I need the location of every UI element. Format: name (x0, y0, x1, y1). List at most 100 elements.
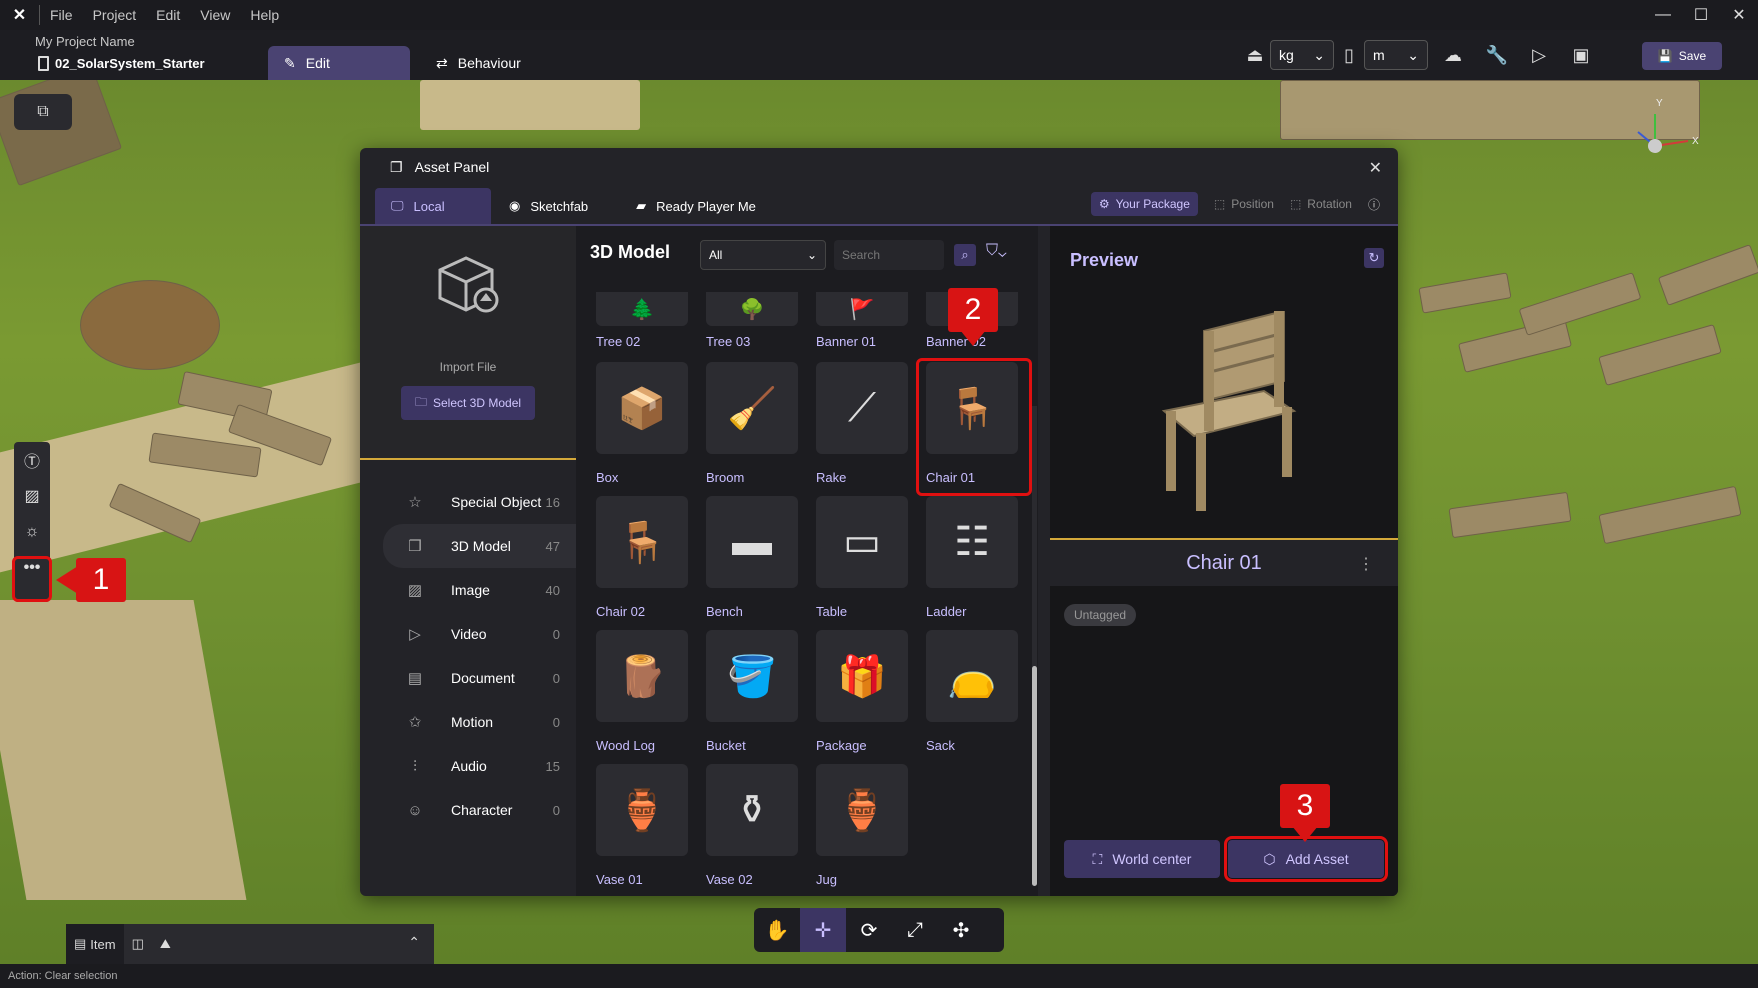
length-unit-select[interactable]: m ⌄ (1364, 40, 1428, 70)
menu-edit[interactable]: Edit (146, 7, 190, 23)
import-area[interactable]: Import File 🗀 Select 3D Model (360, 226, 576, 460)
tab-local[interactable]: 🖵 Local (375, 188, 491, 224)
weight-icon: ⏏ (1246, 44, 1264, 65)
image-tool-icon[interactable]: ▨ (14, 478, 50, 514)
position-icon: ⬚ (1213, 197, 1226, 211)
tab-edit-label: Edit (305, 55, 330, 71)
category-count: 40 (545, 582, 560, 598)
add-asset-label: Add Asset (1285, 851, 1349, 867)
asset-thumbnail: 🧹 (706, 362, 798, 454)
asset-label: Broom (706, 470, 745, 485)
preview-viewport[interactable] (1050, 284, 1398, 538)
scene-name[interactable]: 02_SolarSystem_Starter (38, 56, 205, 71)
grid-scrollbar-thumb[interactable] (1032, 666, 1037, 886)
hand-tool-icon[interactable]: ✋ (754, 908, 800, 952)
tab-ready-player-me[interactable]: ▰ Ready Player Me (620, 188, 772, 224)
publish-icon[interactable]: ▣ (1566, 40, 1596, 70)
axis-gizmo[interactable]: Y X (1610, 96, 1700, 186)
asset-tile[interactable]: ⚱ Vase 02 (706, 764, 798, 887)
category-3d-model[interactable]: ❒ 3D Model 47 (383, 524, 576, 568)
asset-tile[interactable]: 🏺 Jug (816, 764, 908, 887)
move-tool-icon[interactable]: ✛ (800, 908, 846, 952)
menu-file[interactable]: File (40, 7, 83, 23)
rotation-toggle[interactable]: ⬚ Rotation (1290, 197, 1352, 211)
edit-icon: ✎ (284, 54, 296, 71)
asset-label: Table (816, 604, 848, 619)
asset-tile[interactable]: 🏺 Vase 01 (596, 764, 688, 887)
category-image[interactable]: ▨ Image 40 (360, 568, 576, 612)
transform-tool-icon[interactable]: ✣ (938, 908, 984, 952)
asset-tile[interactable]: 🪵 Wood Log (596, 630, 688, 753)
audio-icon: ⫶ (413, 757, 417, 775)
asset-tile[interactable]: 📦 Box (596, 362, 688, 485)
maximize-icon[interactable]: ☐ (1682, 0, 1720, 30)
category-character[interactable]: ☺ Character 0 (360, 788, 576, 832)
menu-project[interactable]: Project (83, 7, 147, 23)
save-button[interactable]: 💾 Save (1642, 42, 1722, 70)
tab-behaviour[interactable]: ⇄ Behaviour (420, 46, 537, 80)
asset-tile[interactable]: ▬ Bench (706, 496, 798, 619)
play-icon[interactable]: ▷ (1524, 40, 1554, 70)
rotate-tool-icon[interactable]: ⟳ (846, 908, 892, 952)
search-icon[interactable]: ⌕ (954, 244, 976, 266)
asset-thumbnail: ⚱ (706, 764, 798, 856)
close-window-icon[interactable]: ✕ (1720, 0, 1758, 30)
asset-tile[interactable]: 🧹 Broom (706, 362, 798, 485)
tab-objects[interactable]: ◫ (124, 924, 152, 964)
category-label: Motion (451, 714, 494, 730)
tab-item[interactable]: ▤ Item (66, 924, 124, 964)
select-3d-model-button[interactable]: 🗀 Select 3D Model (401, 386, 535, 420)
asset-tile[interactable]: 🌲 Tree 02 (596, 292, 688, 349)
asset-tile[interactable]: 👝 Sack (926, 630, 1018, 753)
asset-label: Wood Log (596, 738, 656, 753)
position-toggle[interactable]: ⬚ Position (1214, 197, 1274, 211)
folder-icon: 🗀 (414, 394, 427, 409)
asset-thumbnail: 🪣 (706, 630, 798, 722)
minimize-icon[interactable]: — (1644, 0, 1682, 30)
menu-view[interactable]: View (190, 7, 240, 23)
layers-button[interactable]: ⧉ (14, 94, 72, 130)
asset-tile[interactable]: 🌳 Tree 03 (706, 292, 798, 349)
mass-unit-select[interactable]: kg ⌄ (1270, 40, 1334, 70)
asset-tile[interactable]: ⟋ Rake (816, 362, 908, 485)
category-count: 15 (545, 758, 560, 774)
asset-tile[interactable]: 🎁 Package (816, 630, 908, 753)
your-package-button[interactable]: ⚙ Your Package (1090, 192, 1198, 216)
category-audio[interactable]: ⫶ Audio 15 (360, 744, 576, 788)
wrench-icon[interactable]: 🔧 (1482, 40, 1512, 70)
search-input[interactable] (834, 240, 944, 270)
scene-plank (1598, 485, 1742, 545)
tag-chip[interactable]: Untagged (1064, 604, 1137, 626)
close-icon[interactable]: ✕ (1369, 158, 1382, 178)
asset-tile[interactable]: 🚩 Banner 01 (816, 292, 908, 349)
add-asset-button[interactable]: ⬡ Add Asset (1224, 836, 1388, 882)
menu-help[interactable]: Help (240, 7, 289, 23)
asset-tile[interactable]: ▭ Table (816, 496, 908, 619)
save-label: Save (1678, 49, 1707, 63)
world-center-button[interactable]: ⛶ World center (1064, 840, 1220, 878)
asset-tile[interactable]: 🪑 Chair 02 (596, 496, 688, 619)
type-filter-select[interactable]: All ⌄ (700, 240, 826, 270)
asset-thumbnail: ⟋ (816, 362, 908, 454)
text-tool-icon[interactable]: Ⓣ (14, 442, 50, 478)
tab-edit[interactable]: ✎ Edit (268, 46, 410, 80)
asset-tile[interactable]: ☷ Ladder (926, 496, 1018, 619)
more-options-icon[interactable]: ⋮ (1358, 554, 1374, 574)
category-motion[interactable]: ✩ Motion 0 (360, 700, 576, 744)
asset-tile[interactable]: 🪣 Bucket (706, 630, 798, 753)
info-icon[interactable]: ⓘ (1368, 196, 1380, 213)
refresh-icon[interactable]: ↻ (1364, 248, 1384, 268)
cloud-icon[interactable]: ☁ (1438, 40, 1468, 70)
category-special-object[interactable]: ☆ Special Object 16 (360, 480, 576, 524)
tab-environment[interactable]: ⛰ (152, 924, 179, 964)
light-tool-icon[interactable]: ☼ (14, 514, 50, 550)
asset-thumbnail: 🪑 (596, 496, 688, 588)
world-center-icon: ⛶ (1092, 850, 1103, 867)
scale-tool-icon[interactable]: ⤢ (892, 908, 938, 952)
tab-sketchfab[interactable]: ◉ Sketchfab (493, 188, 604, 224)
chevron-up-icon[interactable]: ⌃ (408, 934, 420, 951)
category-document[interactable]: ▤ Document 0 (360, 656, 576, 700)
chevron-down-icon: ⌄ (1313, 46, 1325, 63)
filter-icon[interactable]: ⛉⌄ (986, 242, 1007, 260)
category-video[interactable]: ▷ Video 0 (360, 612, 576, 656)
